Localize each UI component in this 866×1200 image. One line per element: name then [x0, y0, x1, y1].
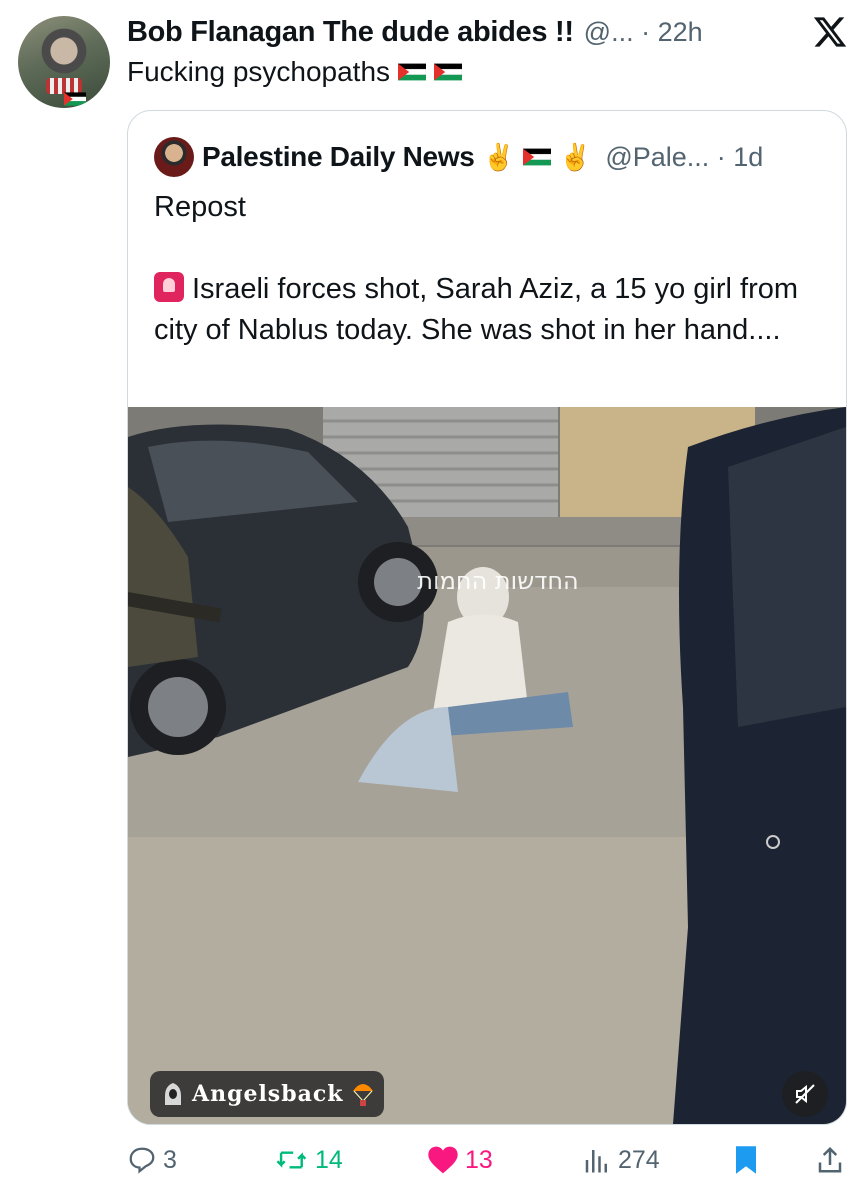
- repost-count: 14: [315, 1145, 343, 1174]
- reply-icon: [129, 1147, 155, 1174]
- palestine-flag-icon: [64, 92, 86, 106]
- share-icon: [818, 1146, 842, 1173]
- repost-icon: [276, 1151, 307, 1169]
- repost-button[interactable]: 14: [275, 1140, 343, 1180]
- quoted-header: Palestine Daily News ✌️ ✌️ @Pale... · 1d: [154, 137, 763, 177]
- parachute-icon: [353, 1084, 374, 1106]
- quoted-avatar[interactable]: [154, 137, 194, 177]
- quoted-author-name[interactable]: Palestine Daily News: [202, 141, 475, 173]
- views-button[interactable]: 274: [582, 1140, 660, 1180]
- like-count: 13: [465, 1145, 493, 1174]
- mute-button[interactable]: [782, 1071, 828, 1117]
- video-player[interactable]: החדשות החמות Angelsback: [128, 407, 846, 1124]
- quoted-line-news: Israeli forces shot, Sarah Aziz, a 15 yo…: [154, 272, 799, 346]
- like-button[interactable]: 13: [427, 1140, 493, 1180]
- tweet-text-content: Fucking psychopaths: [127, 56, 391, 87]
- palestine-flag-icon: [434, 63, 463, 81]
- tweet-header: Bob Flanagan The dude abides !! @... · 2…: [127, 14, 866, 50]
- x-logo-icon[interactable]: [812, 14, 848, 50]
- views-count: 274: [618, 1145, 660, 1174]
- reply-count: 3: [163, 1145, 177, 1174]
- reply-button[interactable]: 3: [127, 1140, 177, 1180]
- author-name[interactable]: Bob Flanagan The dude abides !!: [127, 16, 574, 49]
- tweet-text: Fucking psychopaths: [127, 56, 463, 88]
- watermark-text: Angelsback: [192, 1081, 344, 1107]
- quoted-handle-time[interactable]: @Pale... · 1d: [605, 142, 763, 173]
- quoted-line-repost: Repost: [154, 191, 246, 223]
- victory-hand-emoji: ✌️: [482, 141, 515, 172]
- views-chart-icon: [585, 1150, 607, 1173]
- bookmark-filled-icon: [736, 1146, 756, 1174]
- share-button[interactable]: [815, 1140, 845, 1180]
- palestine-flag-icon: [398, 63, 427, 81]
- author-avatar[interactable]: [18, 16, 110, 108]
- author-handle-time[interactable]: @... · 22h: [584, 17, 703, 48]
- victory-hand-emoji: ✌️: [558, 141, 592, 172]
- hooded-figure-icon: [165, 1083, 181, 1105]
- quoted-text: Repost Israeli forces shot, Sarah Aziz, …: [154, 187, 824, 351]
- action-bar: 3 14 13 274: [127, 1140, 849, 1180]
- palestine-flag-icon: [522, 148, 551, 166]
- heart-filled-icon: [428, 1146, 458, 1174]
- bookmark-button[interactable]: [733, 1140, 759, 1180]
- siren-icon: [154, 272, 184, 302]
- quoted-tweet[interactable]: Palestine Daily News ✌️ ✌️ @Pale... · 1d…: [127, 110, 847, 1125]
- video-overlay-text: החדשות החמות: [417, 567, 578, 595]
- speaker-muted-icon: [795, 1084, 815, 1104]
- watermark-badge: Angelsback: [150, 1071, 384, 1117]
- video-frame: החדשות החמות: [128, 407, 846, 1124]
